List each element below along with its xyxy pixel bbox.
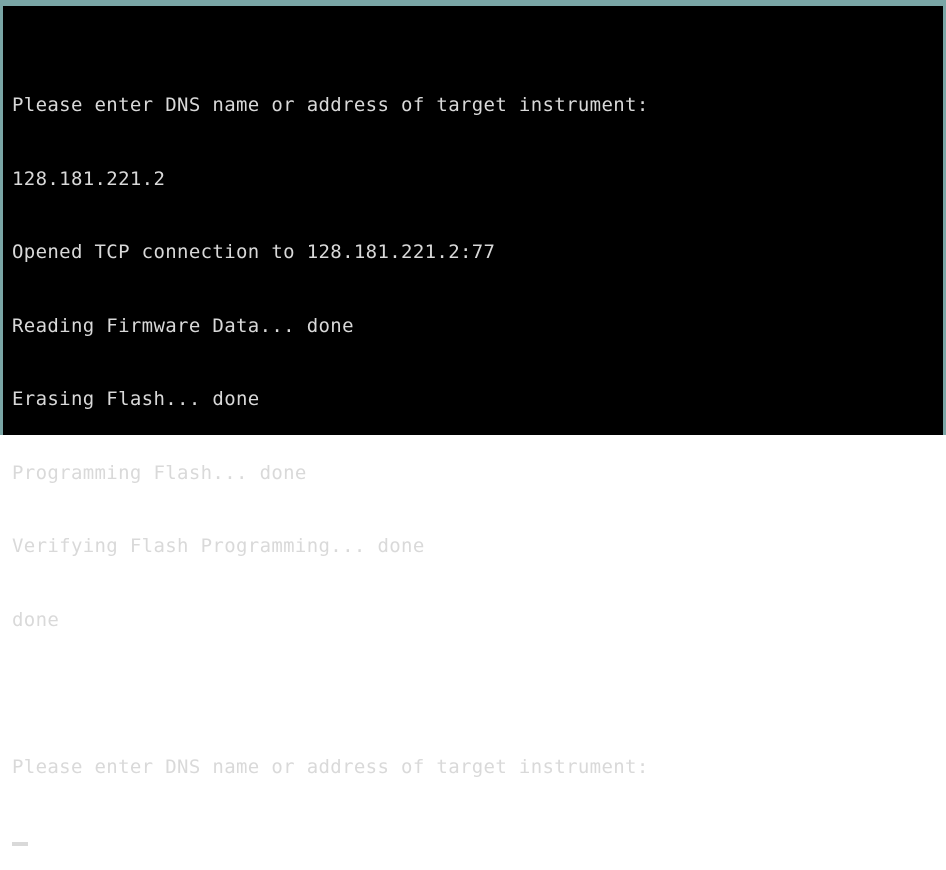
console-input-line[interactable] [12, 828, 937, 853]
console-line: Erasing Flash... done [12, 388, 260, 410]
console-line: 128.181.221.2 [12, 167, 166, 190]
console-line: Verifying Flash Programming... done [12, 535, 425, 557]
console-line: Please enter DNS name or address of targ… [12, 755, 649, 778]
console-output[interactable]: Please enter DNS name or address of targ… [12, 44, 937, 846]
console-line: Opened TCP connection to 128.181.221.2:7… [12, 241, 496, 263]
text-cursor [12, 842, 28, 846]
console-window: Please enter DNS name or address of targ… [0, 0, 946, 846]
console-line: Programming Flash... done [12, 461, 307, 484]
console-line: done [12, 608, 60, 631]
console-line: Reading Firmware Data... done [12, 314, 354, 337]
console-line: Please enter DNS name or address of targ… [12, 94, 649, 116]
